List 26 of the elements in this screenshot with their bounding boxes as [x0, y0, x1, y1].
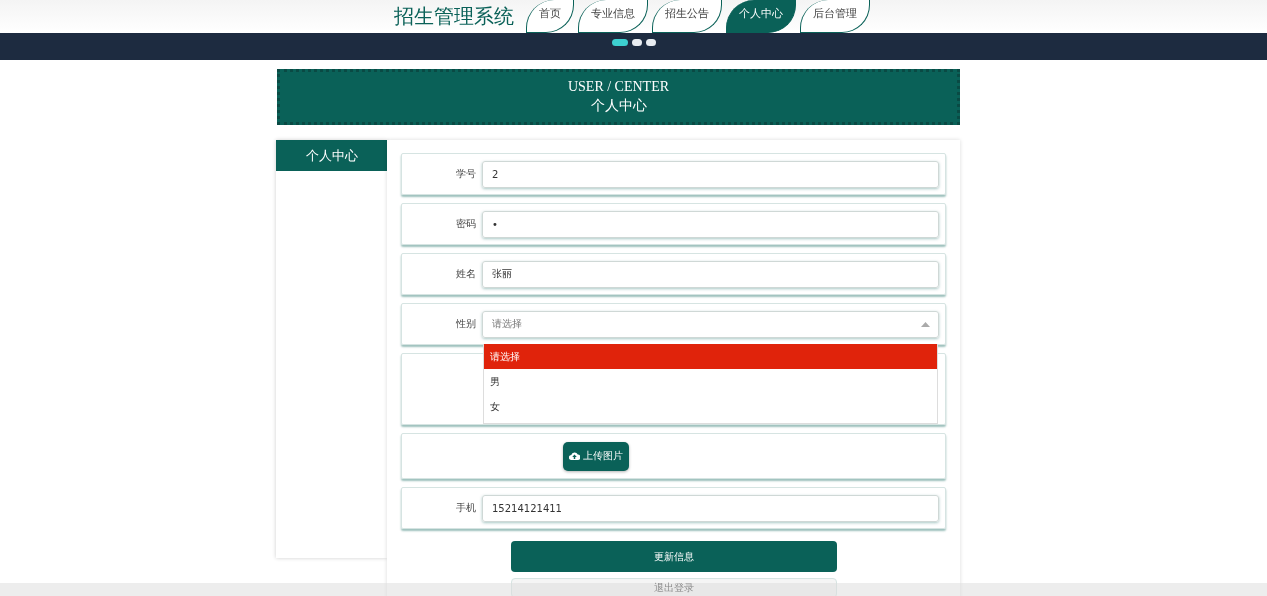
sidebar-item[interactable]: 个人中心 [276, 140, 387, 171]
site-title: 招生管理系统 [394, 3, 514, 30]
field-label: 密码 [455, 217, 477, 231]
nav-tab[interactable]: 专业信息 [578, 0, 648, 33]
nav-tab[interactable]: 首页 [526, 0, 574, 33]
page-title-english: USER / CENTER [567, 79, 670, 95]
caret-icon [921, 321, 930, 327]
upload-button[interactable]: 上传图片 [563, 441, 629, 471]
nav-tab[interactable]: 后台管理 [800, 0, 870, 33]
dropdown-option[interactable]: 女 [484, 394, 937, 419]
input-field[interactable]: 张丽 [482, 260, 939, 288]
update-button[interactable]: 更新信息 [510, 541, 837, 572]
page-title: 个人中心 [590, 97, 647, 115]
field-label: 学号 [455, 167, 477, 181]
nav-tab[interactable]: 个人中心 [726, 0, 796, 33]
input-field[interactable]: 2 [482, 160, 939, 188]
input-field[interactable]: • [482, 210, 939, 238]
dropdown-option[interactable]: 男 [484, 369, 937, 394]
field-label: 姓名 [455, 267, 477, 281]
field-label: 手机 [455, 501, 477, 515]
select-field[interactable]: 请选择 [482, 310, 939, 338]
cloud-upload-icon [569, 452, 580, 460]
nav-tab[interactable]: 招生公告 [652, 0, 722, 33]
input-field[interactable]: 15214121411 [482, 494, 939, 522]
field-label: 性别 [455, 317, 477, 331]
dropdown-option[interactable]: 请选择 [484, 344, 937, 369]
